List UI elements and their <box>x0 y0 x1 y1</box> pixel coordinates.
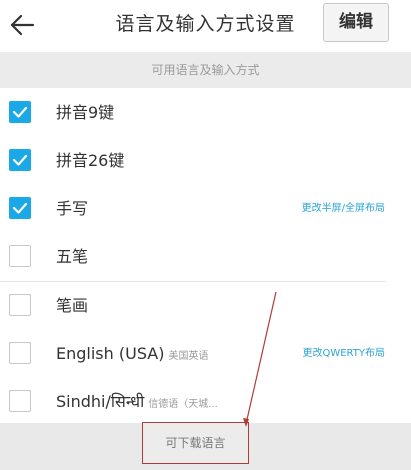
checkbox-unchecked[interactable] <box>9 294 31 316</box>
list-item-stroke[interactable]: 笔画 <box>0 282 411 331</box>
item-label: 拼音26键 <box>56 151 125 170</box>
list-item-handwriting[interactable]: 手写 更改半屏/全屏布局 <box>0 185 411 234</box>
checkmark-icon <box>12 106 28 118</box>
downloadable-languages-button[interactable]: 可下载语言 <box>142 422 249 464</box>
checkbox-checked[interactable] <box>9 197 31 219</box>
item-sublabel: 美国英语 <box>168 351 209 362</box>
item-label: 笔画 <box>56 296 89 315</box>
item-sublabel: 信德语（天城... <box>148 399 218 410</box>
item-label: Sindhi/सिन्धी 信德语（天城... <box>56 392 218 411</box>
item-label: 拼音9键 <box>56 103 115 122</box>
list-item-wubi[interactable]: 五笔 <box>0 233 411 282</box>
checkbox-unchecked[interactable] <box>9 390 31 412</box>
checkmark-icon <box>12 202 28 214</box>
checkmark-icon <box>12 154 28 166</box>
list-item-english-usa[interactable]: English (USA) 美国英语 更改QWERTY布局 <box>0 330 411 379</box>
list-item-sindhi[interactable]: Sindhi/सिन्धी 信德语（天城... <box>0 378 411 427</box>
checkbox-unchecked[interactable] <box>9 245 31 267</box>
edit-button[interactable]: 编辑 <box>323 3 389 42</box>
item-label: 五笔 <box>56 247 89 266</box>
checkbox-checked[interactable] <box>9 101 31 123</box>
item-label: 手写 <box>56 199 89 218</box>
change-layout-link[interactable]: 更改半屏/全屏布局 <box>302 185 385 232</box>
top-bar: 语言及输入方式设置 编辑 <box>0 0 411 50</box>
change-qwerty-layout-link[interactable]: 更改QWERTY布局 <box>302 330 385 377</box>
checkbox-unchecked[interactable] <box>9 342 31 364</box>
language-input-settings-screen: 语言及输入方式设置 编辑 可用语言及输入方式 拼音9键 拼音26键 手写 更改半… <box>0 0 411 470</box>
item-label: English (USA) 美国英语 <box>56 344 209 363</box>
section-header-available: 可用语言及输入方式 <box>0 52 411 88</box>
checkbox-checked[interactable] <box>9 149 31 171</box>
list-item-pinyin26[interactable]: 拼音26键 <box>0 137 411 186</box>
list-item-pinyin9[interactable]: 拼音9键 <box>0 89 411 138</box>
